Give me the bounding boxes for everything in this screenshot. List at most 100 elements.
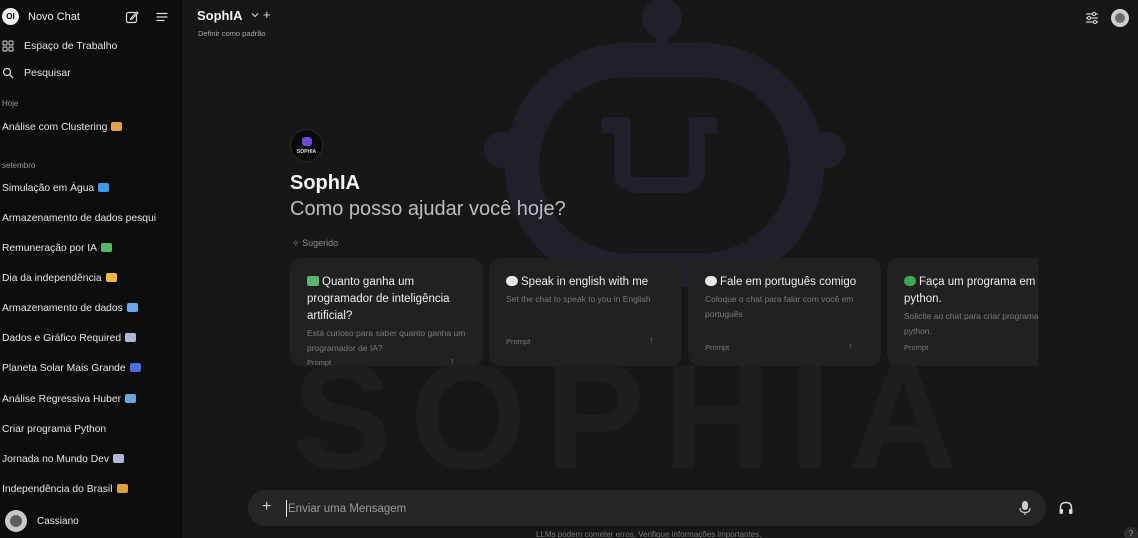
- emoji-icon: [101, 243, 113, 252]
- new-chat-link[interactable]: Novo Chat: [28, 11, 80, 23]
- chat-item[interactable]: Independência do Brasil: [0, 480, 180, 500]
- microphone-icon[interactable]: [1018, 500, 1032, 516]
- chat-item[interactable]: Simulação em Água: [0, 179, 180, 199]
- card-title-text: Faça um programa em python.: [904, 276, 1036, 305]
- card-prompt-label: Prompt: [705, 343, 730, 352]
- search-icon: [2, 67, 14, 79]
- chat-item-label: Dados e Gráfico Required: [2, 333, 122, 344]
- add-model-button[interactable]: +: [263, 7, 271, 22]
- emoji-icon: [126, 303, 138, 312]
- chat-item[interactable]: Armazenamento de dados: [0, 299, 180, 319]
- chat-item-label: Dia da independência: [2, 273, 102, 284]
- page-title: SophIA: [290, 172, 360, 194]
- card-title-text: Speak in english with me: [521, 276, 649, 288]
- chat-item-label: Independência do Brasil: [2, 484, 113, 495]
- suggestion-card[interactable]: Faça um programa em python. Solicite ao …: [887, 258, 1038, 366]
- card-prompt-label: Prompt: [506, 337, 531, 346]
- python-icon: [904, 276, 916, 286]
- card-title-text: Quanto ganha um programador de inteligên…: [307, 276, 450, 322]
- emoji-icon: [98, 183, 110, 192]
- chat-item-label: Criar programa Python: [2, 424, 107, 435]
- chat-item-label: Simulação em Água: [2, 183, 95, 194]
- suggestion-card[interactable]: Fale em português comigo Coloque o chat …: [688, 258, 881, 366]
- background-mascot-icon: [484, 0, 845, 287]
- suggested-text: Sugerido: [302, 238, 339, 248]
- emoji-icon: [125, 333, 137, 342]
- card-description: Coloque o chat para falar com você em po…: [705, 294, 854, 319]
- chat-item[interactable]: Remuneração por IA: [0, 239, 180, 259]
- card-description: Solicite ao chat para criar programas em…: [904, 311, 1038, 336]
- card-title: Quanto ganha um programador de inteligên…: [307, 274, 466, 325]
- disclaimer-note: LLMs podem cometer erros. Verifique info…: [536, 530, 762, 538]
- chat-item[interactable]: Análise com Clustering: [0, 118, 180, 138]
- chat-item[interactable]: Análise Regressiva Huber: [0, 390, 180, 410]
- chat-item-label: Planeta Solar Mais Grande: [2, 363, 126, 374]
- workspace-label: Espaço de Trabalho: [24, 40, 118, 52]
- chat-item[interactable]: Armazenamento de dados pesqui: [0, 209, 180, 229]
- card-description: Está curioso para saber quanto ganha um …: [307, 328, 466, 353]
- avatar: [5, 510, 27, 532]
- section-september: setembro: [2, 161, 36, 170]
- speech-bubble-icon: [705, 276, 717, 286]
- emoji-icon: [113, 454, 125, 463]
- suggestion-card[interactable]: Quanto ganha um programador de inteligên…: [290, 258, 483, 366]
- sophia-logo: SOPHIA: [290, 129, 323, 162]
- workspace-link[interactable]: Espaço de Trabalho: [0, 36, 180, 56]
- headphones-icon[interactable]: [1058, 500, 1074, 516]
- suggestion-card[interactable]: Speak in english with me Set the chat to…: [489, 258, 682, 366]
- card-description: Set the chat to speak to you in English: [506, 294, 651, 304]
- chat-item-label: Armazenamento de dados pesqui: [2, 213, 156, 224]
- money-icon: [307, 276, 319, 286]
- emoji-icon: [116, 484, 128, 493]
- suggestion-cards: Quanto ganha um programador de inteligên…: [290, 258, 1038, 366]
- section-today: Hoje: [2, 99, 19, 108]
- search-label: Pesquisar: [24, 67, 71, 79]
- chat-item-label: Jornada no Mundo Dev: [2, 454, 110, 465]
- sidebar-header: OI Novo Chat: [0, 0, 182, 34]
- emoji-icon: [105, 273, 117, 282]
- controls-icon[interactable]: [1084, 10, 1100, 26]
- chat-item-label: Análise com Clustering: [2, 122, 108, 133]
- main-panel: SOPHIA SophIA + Definir como padrão SOPH…: [182, 0, 1138, 538]
- arrow-up-icon: ↑: [848, 341, 853, 351]
- emoji-icon: [111, 122, 123, 131]
- chat-item[interactable]: Planeta Solar Mais Grande: [0, 359, 180, 379]
- set-default-link[interactable]: Definir como padrão: [198, 29, 266, 38]
- card-title: Speak in english with me: [506, 274, 665, 291]
- card-title-text: Fale em português comigo: [720, 276, 857, 288]
- message-composer: +: [248, 490, 1046, 526]
- new-chat-icon[interactable]: [125, 10, 139, 24]
- grid-icon: [2, 40, 14, 52]
- emoji-icon: [125, 394, 137, 403]
- model-selector[interactable]: SophIA: [197, 8, 243, 23]
- user-name: Cassiano: [37, 515, 79, 527]
- chat-item-label: Análise Regressiva Huber: [2, 394, 122, 405]
- menu-icon[interactable]: [155, 10, 169, 24]
- chat-item[interactable]: Dados e Gráfico Required: [0, 329, 180, 349]
- speech-bubble-icon: [506, 276, 518, 286]
- chat-item[interactable]: Dia da independência: [0, 269, 180, 289]
- chat-item[interactable]: Jornada no Mundo Dev: [0, 450, 180, 470]
- app-logo[interactable]: OI: [2, 8, 19, 25]
- arrow-up-icon: ↑: [649, 335, 654, 345]
- card-prompt-label: Prompt: [904, 343, 929, 352]
- search-link[interactable]: Pesquisar: [0, 63, 180, 83]
- chat-item[interactable]: Criar programa Python: [0, 420, 180, 440]
- logo-text: SOPHIA: [296, 149, 317, 155]
- help-button[interactable]: ?: [1124, 527, 1138, 538]
- suggested-label: ✧ Sugerido: [292, 238, 338, 249]
- sparkle-icon: ✧: [292, 238, 300, 248]
- chevron-down-icon[interactable]: [250, 10, 260, 20]
- arrow-up-icon: ↑: [450, 356, 455, 366]
- card-prompt-label: Prompt: [307, 358, 332, 366]
- sidebar: OI Novo Chat Espaço de Trabalho Pesquisa…: [0, 0, 182, 538]
- chat-item-label: Armazenamento de dados: [2, 303, 123, 314]
- card-title: Fale em português comigo: [705, 274, 864, 291]
- robot-icon: [302, 137, 312, 146]
- page-subtitle: Como posso ajudar você hoje?: [290, 198, 566, 220]
- message-input[interactable]: [286, 500, 1006, 517]
- emoji-icon: [129, 363, 141, 372]
- avatar[interactable]: [1111, 9, 1129, 27]
- attach-button[interactable]: +: [262, 498, 271, 516]
- user-menu[interactable]: Cassiano: [5, 509, 180, 533]
